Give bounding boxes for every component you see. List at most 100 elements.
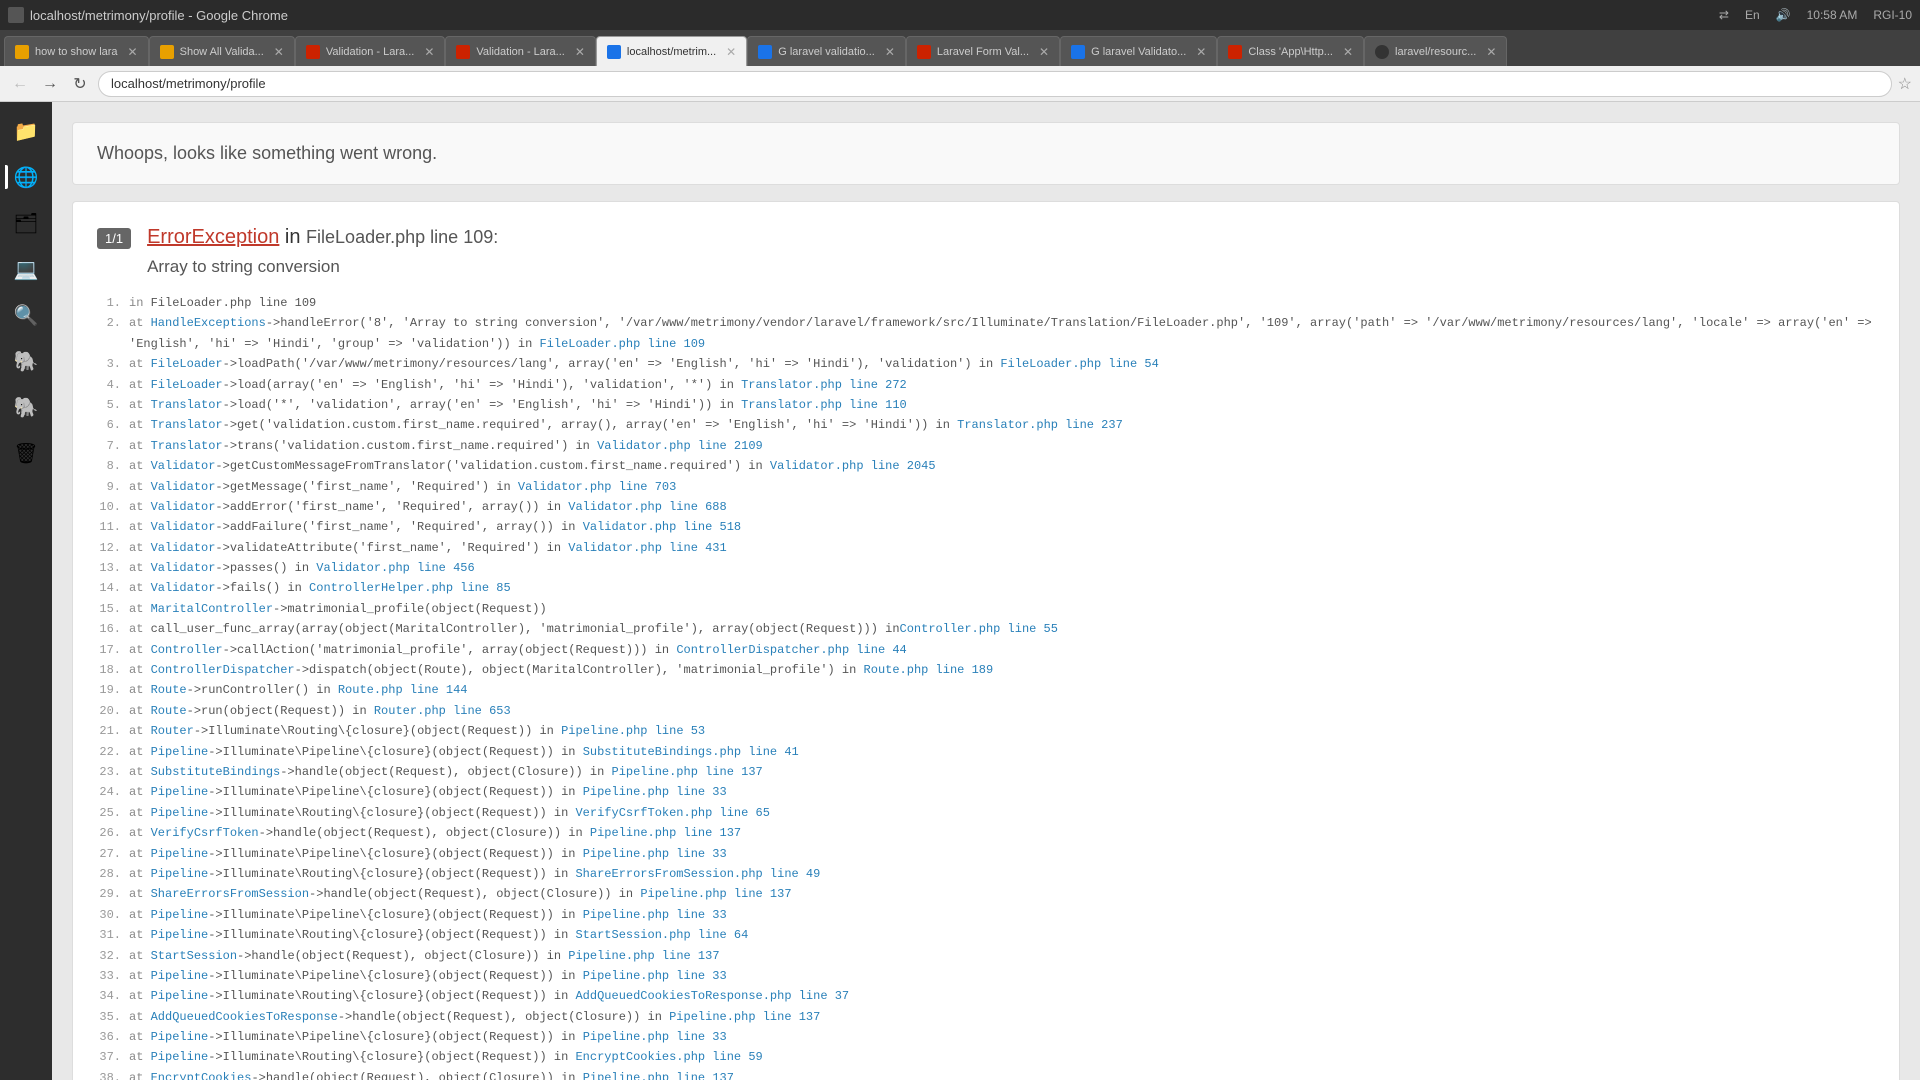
tab-close-icon[interactable]: ✕ xyxy=(424,45,434,59)
address-bar[interactable] xyxy=(98,71,1892,97)
trace-class-link[interactable]: SubstituteBindings xyxy=(151,765,281,779)
trace-file-link[interactable]: ControllerDispatcher.php line 44 xyxy=(676,643,906,657)
trace-class-link[interactable]: Pipeline xyxy=(151,745,209,759)
trace-file-link[interactable]: Validator.php line 2045 xyxy=(770,459,936,473)
trace-class-link[interactable]: FileLoader xyxy=(151,357,223,371)
trace-class-link[interactable]: Validator xyxy=(151,520,216,534)
trace-file-link[interactable]: Validator.php line 703 xyxy=(518,480,676,494)
tab-close-icon[interactable]: ✕ xyxy=(1039,45,1049,59)
trace-file-link[interactable]: Pipeline.php line 137 xyxy=(612,765,763,779)
tab-close-icon[interactable]: ✕ xyxy=(1196,45,1206,59)
trace-file-link[interactable]: Translator.php line 272 xyxy=(741,378,907,392)
trace-file-link[interactable]: Pipeline.php line 137 xyxy=(640,887,791,901)
trace-class-link[interactable]: StartSession xyxy=(151,949,237,963)
trace-file-link[interactable]: Validator.php line 518 xyxy=(583,520,741,534)
trace-class-link[interactable]: HandleExceptions xyxy=(151,316,266,330)
tab-close-icon[interactable]: ✕ xyxy=(575,45,585,59)
taskbar-item-search[interactable]: 🔍 xyxy=(5,294,47,336)
trace-class-link[interactable]: Pipeline xyxy=(151,989,209,1003)
tab-tab8[interactable]: G laravel Validato... ✕ xyxy=(1060,36,1217,66)
trace-file-link[interactable]: Pipeline.php line 137 xyxy=(583,1071,734,1080)
tab-tab7[interactable]: Laravel Form Val... ✕ xyxy=(906,36,1060,66)
trace-class-link[interactable]: Validator xyxy=(151,581,216,595)
trace-file-link[interactable]: FileLoader.php line 109 xyxy=(539,337,705,351)
trace-class-link[interactable]: ControllerDispatcher xyxy=(151,663,295,677)
trace-file-link[interactable]: Validator.php line 688 xyxy=(568,500,726,514)
trace-file-link[interactable]: Translator.php line 237 xyxy=(957,418,1123,432)
tab-close-icon[interactable]: ✕ xyxy=(274,45,284,59)
trace-class-link[interactable]: MaritalController xyxy=(151,602,273,616)
trace-class-link[interactable]: EncryptCookies xyxy=(151,1071,252,1080)
trace-class-link[interactable]: Pipeline xyxy=(151,928,209,942)
trace-class-link[interactable]: Pipeline xyxy=(151,969,209,983)
trace-file-link[interactable]: EncryptCookies.php line 59 xyxy=(575,1050,762,1064)
trace-class-link[interactable]: ShareErrorsFromSession xyxy=(151,887,309,901)
trace-file-link[interactable]: Route.php line 189 xyxy=(864,663,994,677)
trace-file-link[interactable]: Pipeline.php line 53 xyxy=(561,724,705,738)
trace-class-link[interactable]: Pipeline xyxy=(151,1030,209,1044)
tab-close-icon[interactable]: ✕ xyxy=(726,45,736,59)
tab-tab2[interactable]: Show All Valida... ✕ xyxy=(149,36,295,66)
trace-file-link[interactable]: Controller.php line 55 xyxy=(900,622,1058,636)
trace-file-link[interactable]: Translator.php line 110 xyxy=(741,398,907,412)
trace-file-link[interactable]: ShareErrorsFromSession.php line 49 xyxy=(575,867,820,881)
tab-close-icon[interactable]: ✕ xyxy=(885,45,895,59)
tab-tab3[interactable]: Validation - Lara... ✕ xyxy=(295,36,446,66)
trace-class-link[interactable]: AddQueuedCookiesToResponse xyxy=(151,1010,338,1024)
trace-class-link[interactable]: Pipeline xyxy=(151,785,209,799)
taskbar-item-files[interactable]: 📁 xyxy=(5,110,47,152)
trace-file-link[interactable]: Validator.php line 456 xyxy=(316,561,474,575)
trace-class-link[interactable]: Validator xyxy=(151,541,216,555)
trace-file-link[interactable]: Pipeline.php line 33 xyxy=(583,785,727,799)
trace-file-link[interactable]: FileLoader.php line 54 xyxy=(1000,357,1158,371)
tab-close-icon[interactable]: ✕ xyxy=(1486,45,1496,59)
taskbar-item-browser[interactable]: 🌐 xyxy=(5,156,47,198)
trace-class-link[interactable]: Validator xyxy=(151,561,216,575)
trace-file-link[interactable]: Pipeline.php line 137 xyxy=(590,826,741,840)
tab-tab10[interactable]: laravel/resourc... ✕ xyxy=(1364,36,1507,66)
trace-class-link[interactable]: FileLoader xyxy=(151,378,223,392)
tab-tab9[interactable]: Class 'App\Http... ✕ xyxy=(1217,36,1364,66)
tab-tab5[interactable]: localhost/metrim... ✕ xyxy=(596,36,747,66)
trace-file-link[interactable]: Route.php line 144 xyxy=(338,683,468,697)
trace-file-link[interactable]: Pipeline.php line 33 xyxy=(583,969,727,983)
trace-file-link[interactable]: StartSession.php line 64 xyxy=(575,928,748,942)
trace-class-link[interactable]: Controller xyxy=(151,643,223,657)
trace-class-link[interactable]: Pipeline xyxy=(151,847,209,861)
trace-class-link[interactable]: Pipeline xyxy=(151,867,209,881)
taskbar-item-code[interactable]: 💻 xyxy=(5,248,47,290)
trace-file-link[interactable]: ControllerHelper.php line 85 xyxy=(309,581,511,595)
trace-class-link[interactable]: Route xyxy=(151,704,187,718)
trace-file-link[interactable]: Pipeline.php line 33 xyxy=(583,908,727,922)
trace-file-link[interactable]: Validator.php line 2109 xyxy=(597,439,763,453)
trace-class-link[interactable]: Validator xyxy=(151,459,216,473)
trace-file-link[interactable]: Pipeline.php line 33 xyxy=(583,1030,727,1044)
tab-tab6[interactable]: G laravel validatio... ✕ xyxy=(747,36,906,66)
tab-close-icon[interactable]: ✕ xyxy=(128,45,138,59)
taskbar-item-php1[interactable]: 🐘 xyxy=(5,340,47,382)
tab-tab1[interactable]: how to show lara ✕ xyxy=(4,36,149,66)
tab-close-icon[interactable]: ✕ xyxy=(1343,45,1353,59)
trace-file-link[interactable]: Pipeline.php line 137 xyxy=(568,949,719,963)
trace-class-link[interactable]: VerifyCsrfToken xyxy=(151,826,259,840)
tab-tab4[interactable]: Validation - Lara... ✕ xyxy=(445,36,596,66)
trace-file-link[interactable]: Pipeline.php line 137 xyxy=(669,1010,820,1024)
back-button[interactable]: ← xyxy=(8,72,32,96)
bookmark-icon[interactable]: ☆ xyxy=(1898,74,1912,94)
trace-file-link[interactable]: AddQueuedCookiesToResponse.php line 37 xyxy=(575,989,849,1003)
taskbar-item-trash[interactable]: 🗑 xyxy=(5,432,47,474)
forward-button[interactable]: → xyxy=(38,72,62,96)
reload-button[interactable]: ↻ xyxy=(68,72,92,96)
trace-class-link[interactable]: Translator xyxy=(151,398,223,412)
error-class-link[interactable]: ErrorException xyxy=(147,226,279,248)
trace-file-link[interactable]: VerifyCsrfToken.php line 65 xyxy=(575,806,769,820)
trace-class-link[interactable]: Translator xyxy=(151,439,223,453)
trace-file-link[interactable]: Validator.php line 431 xyxy=(568,541,726,555)
trace-class-link[interactable]: Route xyxy=(151,683,187,697)
trace-file-link[interactable]: Pipeline.php line 33 xyxy=(583,847,727,861)
trace-file-link[interactable]: SubstituteBindings.php line 41 xyxy=(583,745,799,759)
trace-class-link[interactable]: Pipeline xyxy=(151,806,209,820)
trace-class-link[interactable]: Router xyxy=(151,724,194,738)
trace-class-link[interactable]: Validator xyxy=(151,480,216,494)
trace-class-link[interactable]: Pipeline xyxy=(151,1050,209,1064)
